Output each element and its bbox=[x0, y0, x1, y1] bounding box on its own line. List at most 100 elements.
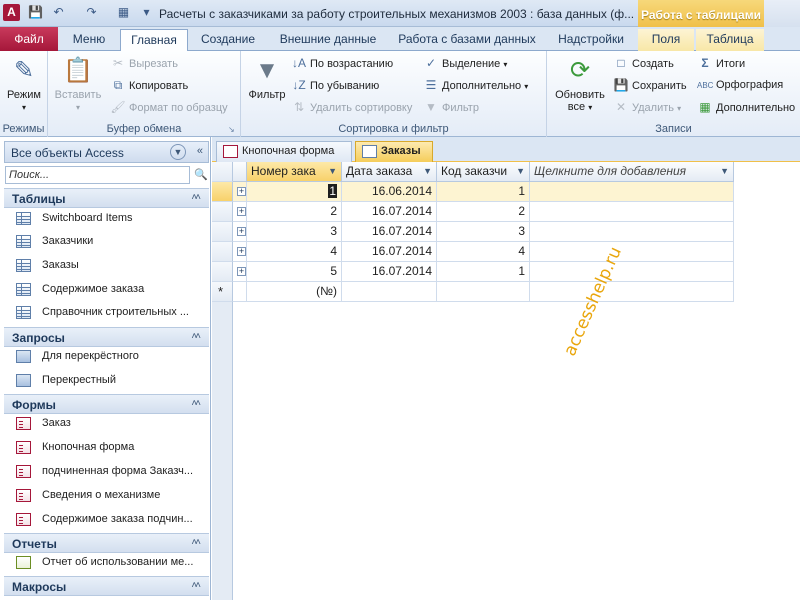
clipboard-launcher-icon[interactable]: ↘ bbox=[228, 125, 237, 134]
doc-tab-switchboard[interactable]: Кнопочная форма bbox=[216, 141, 352, 162]
chevron-down-icon[interactable]: ▼ bbox=[170, 144, 186, 160]
more-records-button[interactable]: ▦ Дополнительно bbox=[697, 97, 795, 117]
cell-customer-code[interactable]: 3 bbox=[437, 222, 530, 242]
cell-add-field[interactable] bbox=[530, 242, 734, 262]
nav-item-customers[interactable]: Заказчики bbox=[4, 230, 209, 253]
nav-group-reports[interactable]: Отчеты ˄˄ bbox=[4, 533, 209, 553]
spelling-button[interactable]: ABC Орфография bbox=[697, 75, 783, 95]
nav-item-order-contents-subform[interactable]: Содержимое заказа подчин... bbox=[4, 508, 209, 531]
tab-external-data[interactable]: Внешние данные bbox=[268, 29, 388, 51]
cell-order-date[interactable]: 16.07.2014 bbox=[342, 242, 437, 262]
collapse-pane-icon[interactable]: « bbox=[197, 145, 203, 157]
column-header-customer-code[interactable]: Код заказчи ▼ bbox=[437, 162, 530, 182]
tab-create[interactable]: Создание bbox=[192, 29, 264, 51]
cell-order-number[interactable]: 1 bbox=[247, 182, 342, 202]
nav-header[interactable]: Все объекты Access ▼ « bbox=[4, 141, 209, 163]
new-row-add-cell[interactable] bbox=[530, 282, 734, 302]
nav-item-crosstab-source[interactable]: Для перекрёстного bbox=[4, 345, 209, 368]
cell-order-date[interactable]: 16.07.2014 bbox=[342, 222, 437, 242]
column-header-order-date[interactable]: Дата заказа ▼ bbox=[342, 162, 437, 182]
nav-group-macros[interactable]: Макросы ˄˄ bbox=[4, 576, 209, 596]
nav-item-switchboard-items[interactable]: Switchboard Items bbox=[4, 207, 209, 230]
delete-record-button[interactable]: ✕ Удалить ▾ bbox=[613, 97, 681, 117]
tab-file[interactable]: Файл bbox=[0, 27, 58, 51]
nav-group-tables[interactable]: Таблицы ˄˄ bbox=[4, 188, 209, 208]
tab-database-tools[interactable]: Работа с базами данных bbox=[392, 29, 542, 51]
new-row-customer-cell[interactable] bbox=[437, 282, 530, 302]
sort-ascending-button[interactable]: ↓A По возрастанию bbox=[291, 53, 393, 73]
nav-item-subform-orders[interactable]: подчиненная форма Заказч... bbox=[4, 460, 209, 483]
nav-item-machinery-reference[interactable]: Справочник строительных ... bbox=[4, 301, 209, 324]
cell-add-field[interactable] bbox=[530, 222, 734, 242]
copy-button[interactable]: ⧉ Копировать bbox=[110, 75, 189, 95]
expand-plus-icon[interactable]: + bbox=[237, 187, 246, 196]
new-record-selector[interactable]: * bbox=[212, 282, 233, 302]
nav-item-order-form[interactable]: Заказ bbox=[4, 412, 209, 435]
cell-customer-code[interactable]: 2 bbox=[437, 202, 530, 222]
paste-button[interactable]: 📋 Вставить ▾ bbox=[54, 55, 102, 113]
chevron-down-icon[interactable]: ▼ bbox=[423, 162, 432, 181]
refresh-all-button[interactable]: ⟳ Обновить все ▾ bbox=[551, 55, 609, 113]
column-header-order-number[interactable]: Номер зака ▼ bbox=[247, 162, 342, 182]
nav-group-forms[interactable]: Формы ˄˄ bbox=[4, 394, 209, 414]
select-all-corner[interactable] bbox=[212, 162, 233, 182]
expand-plus-icon[interactable]: + bbox=[237, 227, 246, 236]
nav-item-crosstab[interactable]: Перекрестный bbox=[4, 369, 209, 392]
cell-order-number[interactable]: 3 bbox=[247, 222, 342, 242]
cell-order-date[interactable]: 16.07.2014 bbox=[342, 262, 437, 282]
cell-customer-code[interactable]: 1 bbox=[437, 182, 530, 202]
view-button[interactable]: ✎ Режим ▾ bbox=[2, 55, 46, 113]
cell-order-date[interactable]: 16.06.2014 bbox=[342, 182, 437, 202]
nav-item-machine-info[interactable]: Сведения о механизме bbox=[4, 484, 209, 507]
record-selector[interactable] bbox=[212, 262, 233, 282]
new-row-order-number-cell[interactable]: (№) bbox=[247, 282, 342, 302]
nav-item-switchboard-form[interactable]: Кнопочная форма bbox=[4, 436, 209, 459]
tab-table[interactable]: Таблица bbox=[696, 29, 764, 51]
filter-button[interactable]: ▼ Фильтр bbox=[245, 55, 289, 101]
chevron-down-icon[interactable]: ▼ bbox=[328, 162, 337, 181]
redo-icon[interactable]: ↷ bbox=[83, 4, 100, 21]
selection-button[interactable]: ✓ Выделение ▾ bbox=[423, 53, 507, 73]
new-record-button[interactable]: □ Создать bbox=[613, 53, 673, 73]
record-selector[interactable] bbox=[212, 242, 233, 262]
tab-menu[interactable]: Меню bbox=[62, 29, 116, 51]
form-view-icon[interactable]: ▦ bbox=[115, 4, 132, 21]
tab-fields[interactable]: Поля bbox=[638, 29, 694, 51]
customize-quick-access-icon[interactable]: ▾ bbox=[138, 4, 155, 21]
format-painter-button[interactable]: 🖌 Формат по образцу bbox=[110, 97, 227, 117]
totals-button[interactable]: Σ Итоги bbox=[697, 53, 745, 73]
cell-add-field[interactable] bbox=[530, 182, 734, 202]
toggle-filter-button[interactable]: ▼ Фильтр bbox=[423, 97, 479, 117]
new-row-date-cell[interactable] bbox=[342, 282, 437, 302]
advanced-filter-button[interactable]: ☰ Дополнительно ▾ bbox=[423, 75, 529, 95]
record-selector[interactable] bbox=[212, 222, 233, 242]
cell-order-number[interactable]: 5 bbox=[247, 262, 342, 282]
nav-item-usage-report[interactable]: Отчет об использовании ме... bbox=[4, 551, 209, 574]
cell-order-number[interactable]: 4 bbox=[247, 242, 342, 262]
cell-customer-code[interactable]: 4 bbox=[437, 242, 530, 262]
expand-plus-icon[interactable]: + bbox=[237, 247, 246, 256]
sort-descending-button[interactable]: ↓Z По убыванию bbox=[291, 75, 379, 95]
record-selector[interactable] bbox=[212, 202, 233, 222]
cell-order-number[interactable]: 2 bbox=[247, 202, 342, 222]
doc-tab-orders[interactable]: Заказы bbox=[355, 141, 433, 162]
undo-icon[interactable]: ↶ bbox=[50, 4, 67, 21]
save-record-button[interactable]: 💾 Сохранить bbox=[613, 75, 687, 95]
cell-add-field[interactable] bbox=[530, 202, 734, 222]
nav-item-order-contents[interactable]: Содержимое заказа bbox=[4, 278, 209, 301]
expand-plus-icon[interactable]: + bbox=[237, 207, 246, 216]
access-logo-icon[interactable]: A bbox=[3, 4, 20, 21]
nav-search-input[interactable]: Поиск... bbox=[5, 166, 190, 184]
search-icon[interactable]: 🔍 bbox=[192, 166, 210, 184]
expand-plus-icon[interactable]: + bbox=[237, 267, 246, 276]
cell-customer-code[interactable]: 1 bbox=[437, 262, 530, 282]
nav-item-orders[interactable]: Заказы bbox=[4, 254, 209, 277]
nav-group-queries[interactable]: Запросы ˄˄ bbox=[4, 327, 209, 347]
cell-add-field[interactable] bbox=[530, 262, 734, 282]
cut-button[interactable]: ✂ Вырезать bbox=[110, 53, 178, 73]
record-selector[interactable] bbox=[212, 182, 233, 202]
remove-sort-button[interactable]: ⇅ Удалить сортировку bbox=[291, 97, 412, 117]
chevron-down-icon[interactable]: ▼ bbox=[720, 162, 729, 181]
column-header-add-field[interactable]: Щелкните для добавления ▼ bbox=[530, 162, 734, 182]
tab-home[interactable]: Главная bbox=[120, 29, 188, 52]
